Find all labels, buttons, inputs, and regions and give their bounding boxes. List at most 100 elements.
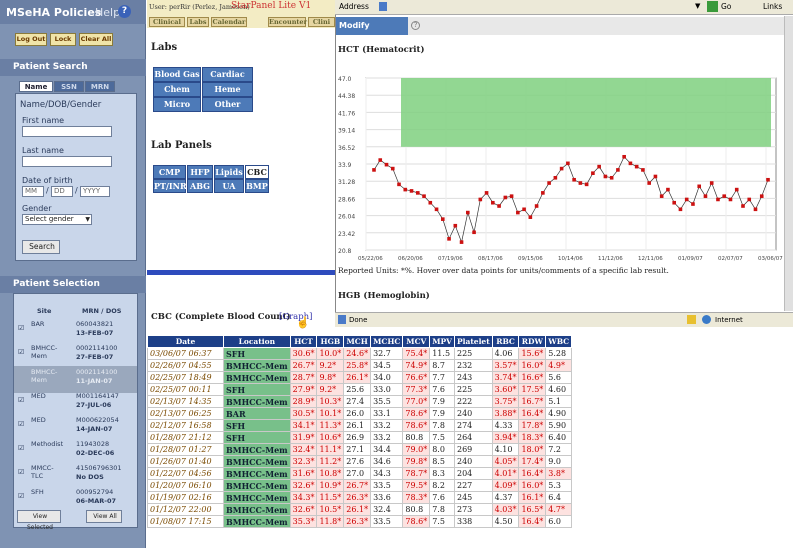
patient-row[interactable]: ☑ Methodist 11943028 02-DEC-06 bbox=[14, 438, 137, 465]
value-cell: 30.6* bbox=[289, 347, 318, 360]
value-cell: 4.90 bbox=[545, 407, 573, 420]
lipids-button[interactable]: Lipids bbox=[214, 165, 244, 179]
value-cell: 4.03* bbox=[491, 503, 520, 516]
last-name-input[interactable] bbox=[22, 156, 112, 167]
patient-row[interactable]: ☑ BMHCC-Mem 0002114100 27-FEB-07 bbox=[14, 342, 137, 369]
table-row: 01/12/07 22:00 BMHCC-Mem 32.6* 10.5* 26.1* 32… bbox=[147, 503, 573, 516]
go-button[interactable]: Go bbox=[721, 2, 731, 11]
value-cell: 11.3* bbox=[316, 419, 345, 432]
tab-calendar[interactable]: Calendar bbox=[211, 17, 247, 27]
patient-row[interactable]: BMHCC-Mem 0002114100 11-JAN-07 bbox=[14, 366, 137, 393]
value-cell: 4.9* bbox=[545, 359, 573, 372]
bmp-button[interactable]: BMP bbox=[245, 179, 269, 193]
table-row: 01/19/07 02:16 BMHCC-Mem 34.3* 11.5* 26.3* 33… bbox=[147, 491, 573, 504]
value-cell: 11.1* bbox=[316, 443, 345, 456]
data-point bbox=[397, 182, 401, 187]
patient-row[interactable]: ☑ MED M001164147 27-JUL-06 bbox=[14, 390, 137, 417]
patient-row[interactable]: ☑ SFH 000952794 06-MAR-07 bbox=[14, 486, 137, 513]
value-cell: 26.3* bbox=[343, 491, 372, 504]
left-sidebar: MSeHA Policies Help ? Log Out Lock Clear… bbox=[0, 0, 146, 548]
view-all-button[interactable]: View All bbox=[86, 510, 122, 523]
cbc-button[interactable]: CBC bbox=[245, 165, 269, 179]
value-cell: 245 bbox=[453, 491, 493, 504]
tab-ssn[interactable]: SSN bbox=[54, 81, 84, 92]
data-point bbox=[553, 175, 558, 180]
help-link[interactable]: Help bbox=[95, 6, 120, 19]
chevron-down-icon[interactable]: ▼ bbox=[695, 2, 700, 10]
go-arrow-icon[interactable] bbox=[707, 1, 718, 12]
table-row: 01/22/07 04:56 BMHCC-Mem 31.6* 10.8* 27.0 34.… bbox=[147, 467, 573, 480]
status-bar: Done Internet bbox=[335, 312, 793, 327]
value-cell: 17.4* bbox=[518, 455, 547, 468]
value-cell: 8.0 bbox=[429, 443, 455, 456]
table-row: 02/12/07 16:58 SFH 34.1* 11.3* 26.1 33.2 78.6*… bbox=[147, 419, 573, 432]
column-header: HCT bbox=[289, 335, 318, 348]
checkbox[interactable]: ☑ bbox=[18, 348, 24, 356]
first-name-input[interactable] bbox=[22, 126, 112, 137]
data-point bbox=[372, 168, 376, 172]
value-cell: 6.4 bbox=[545, 491, 573, 504]
checkbox[interactable]: ☑ bbox=[18, 468, 24, 476]
view-selected-button[interactable]: View Selected bbox=[17, 510, 61, 531]
data-point bbox=[697, 184, 702, 189]
tab-name[interactable]: Name bbox=[19, 81, 53, 92]
logout-button[interactable]: Log Out bbox=[15, 33, 47, 46]
links-button[interactable]: Links bbox=[763, 2, 782, 11]
form-title: Name/DOB/Gender bbox=[20, 100, 102, 110]
column-header: MCHC bbox=[370, 335, 404, 348]
gender-select[interactable]: Select gender ▼ bbox=[22, 214, 92, 225]
column-header: Date bbox=[147, 335, 224, 348]
patient-row[interactable]: ☑ BAR 060043821 13-FEB-07 bbox=[14, 318, 137, 345]
value-cell: 11.5 bbox=[429, 347, 455, 360]
help-icon[interactable]: ? bbox=[118, 5, 131, 18]
hfp-button[interactable]: HFP bbox=[187, 165, 213, 179]
dob-month-input[interactable]: MM bbox=[22, 186, 44, 197]
patient-row[interactable]: ☑ MMCC-TLC 41506796301 No DOS bbox=[14, 462, 137, 489]
value-cell: 7.8 bbox=[429, 503, 455, 516]
other-labs-button[interactable]: Other Labs bbox=[202, 97, 253, 122]
checkbox[interactable]: ☑ bbox=[18, 324, 24, 332]
info-icon[interactable]: ? bbox=[411, 21, 420, 30]
blood-gas-button[interactable]: Blood Gas bbox=[153, 67, 201, 82]
checkbox[interactable]: ☑ bbox=[18, 444, 24, 452]
value-cell: 34.6 bbox=[370, 455, 404, 468]
patient-row[interactable]: ☑ MED M000622054 14-JAN-07 bbox=[14, 414, 137, 441]
cardiac-button[interactable]: Cardiac bbox=[202, 67, 253, 82]
address-label: Address bbox=[339, 2, 369, 11]
checkbox[interactable]: ☑ bbox=[18, 396, 24, 404]
cmp-button[interactable]: CMP bbox=[153, 165, 186, 179]
lock-button[interactable]: Lock bbox=[50, 33, 76, 46]
patient-dos: 11-JAN-07 bbox=[76, 377, 113, 385]
tab-labs[interactable]: Labs bbox=[187, 17, 209, 27]
data-point bbox=[628, 161, 633, 166]
dob-year-input[interactable]: YYYY bbox=[80, 186, 110, 197]
lab-panels-heading: Lab Panels bbox=[151, 140, 212, 151]
value-cell: 27.0 bbox=[343, 467, 372, 480]
value-cell: 18.3* bbox=[518, 431, 547, 444]
vertical-scrollbar[interactable] bbox=[784, 16, 793, 311]
value-cell: 34.4 bbox=[370, 443, 404, 456]
dob-separator: / bbox=[46, 186, 49, 195]
ua-button[interactable]: UA bbox=[214, 179, 244, 193]
patient-mrn-dos: 0002114100 27-FEB-07 bbox=[76, 344, 136, 362]
value-cell: 34.3* bbox=[289, 491, 318, 504]
heme-button[interactable]: Heme bbox=[202, 82, 253, 97]
tab-mrn[interactable]: MRN bbox=[85, 81, 115, 92]
search-button[interactable]: Search bbox=[22, 240, 60, 254]
modify-graph-button[interactable]: Modify Graph(s) bbox=[336, 17, 408, 48]
dob-day-input[interactable]: DD bbox=[51, 186, 73, 197]
tab-clinic[interactable]: Clini bbox=[308, 17, 335, 27]
data-point bbox=[541, 191, 545, 195]
data-point bbox=[378, 158, 383, 162]
value-cell: 28.7* bbox=[289, 371, 318, 384]
data-point bbox=[609, 175, 614, 180]
micro-button[interactable]: Micro bbox=[153, 97, 201, 112]
clear-all-button[interactable]: Clear All bbox=[79, 33, 113, 46]
abg-button[interactable]: ABG bbox=[187, 179, 213, 193]
tab-encounter[interactable]: Encounter bbox=[268, 17, 307, 27]
checkbox[interactable]: ☑ bbox=[18, 492, 24, 500]
tab-clinical[interactable]: Clinical bbox=[149, 17, 185, 27]
ptinr-button[interactable]: PT/INR bbox=[153, 179, 187, 193]
checkbox[interactable]: ☑ bbox=[18, 420, 24, 428]
chem-button[interactable]: Chem bbox=[153, 82, 201, 97]
